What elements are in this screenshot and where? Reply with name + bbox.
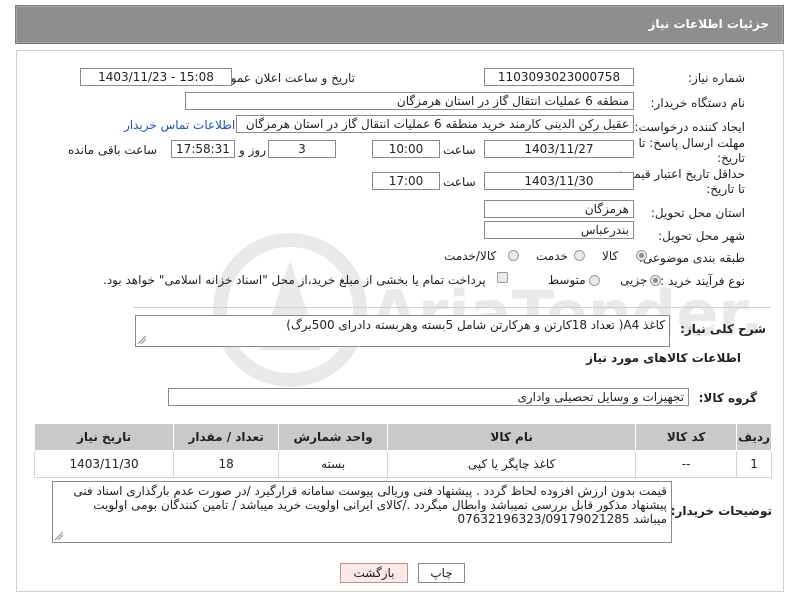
days-remaining-field: 3 [268, 140, 336, 158]
table-cell: کاغذ چاپگر یا کپی [387, 450, 637, 478]
validity-date-field: 1403/11/30 [484, 172, 634, 190]
buyer-field: منطقه 6 عملیات انتقال گاز در استان هرمزگ… [185, 92, 634, 110]
process-option-medium: متوسط [548, 273, 586, 287]
remaining-label: ساعت باقی مانده [68, 143, 158, 157]
category-radio-goods[interactable] [636, 250, 647, 261]
validity-time-field: 17:00 [372, 172, 440, 190]
announce-field: 1403/11/23 - 15:08 [80, 68, 232, 86]
city-label: شهر محل تحویل: [658, 229, 745, 243]
category-option-service: خدمت [536, 249, 568, 263]
buyer-notes-text: قیمت بدون ارزش افزوده لحاظ گردد . پیشنها… [73, 484, 667, 526]
column-header: ردیف [736, 423, 772, 451]
back-button[interactable]: بازگشت [340, 563, 408, 583]
need-number-label: شماره نیاز: [688, 71, 745, 85]
reply-time-field: 10:00 [372, 140, 440, 158]
table-header-row: ردیف کد کالا نام کالا واحد شمارش تعداد /… [33, 423, 772, 451]
creator-label: ایجاد کننده درخواست: [634, 120, 745, 134]
print-button[interactable]: چاپ [418, 563, 465, 583]
table-cell: 18 [173, 450, 280, 478]
column-header: تعداد / مقدار [173, 423, 280, 451]
category-radio-service[interactable] [574, 250, 585, 261]
column-header: تاریخ نیاز [33, 423, 175, 451]
page-title: جزئیات اطلاعات نیاز [648, 17, 769, 31]
resize-handle-icon[interactable] [55, 532, 63, 540]
header-bar: جزئیات اطلاعات نیاز [15, 5, 784, 44]
process-option-minor: جزیی [620, 273, 648, 287]
category-option-goods-service: کالا/خدمت [444, 249, 497, 263]
category-option-goods: کالا [602, 249, 619, 263]
province-field: هرمزگان [484, 200, 634, 218]
remaining-time-field: 17:58:31 [171, 140, 235, 158]
validity-time-label: ساعت [443, 175, 476, 189]
buyer-notes-textarea: قیمت بدون ارزش افزوده لحاظ گردد . پیشنها… [52, 481, 672, 543]
divider [133, 307, 771, 308]
category-radio-goods-service[interactable] [508, 250, 519, 261]
process-label: نوع فرآیند خرید : [660, 274, 745, 288]
table-cell: 1403/11/30 [33, 450, 175, 478]
table-row: 1 -- کاغذ چاپگر یا کپی بسته 18 1403/11/3… [33, 450, 772, 478]
buyer-notes-label: توضیحات خریدار: [670, 504, 772, 518]
summary-label: شرح کلی نیاز: [680, 322, 766, 336]
buyer-contact-link[interactable]: اطلاعات تماس خریدار [124, 118, 235, 132]
column-header: نام کالا [387, 423, 637, 451]
category-label: طبقه بندی موضوعی: [638, 251, 745, 265]
city-field: بندرعباس [484, 221, 634, 239]
items-table: ردیف کد کالا نام کالا واحد شمارش تعداد /… [33, 423, 772, 478]
table-cell: بسته [278, 450, 389, 478]
column-header: کد کالا [635, 423, 738, 451]
need-number-field: 1103093023000758 [484, 68, 634, 86]
process-radio-medium[interactable] [589, 275, 600, 286]
table-cell: 1 [736, 450, 772, 478]
creator-field: عقیل رکن الدینی کارمند خرید منطقه 6 عملی… [236, 115, 634, 133]
reply-date-field: 1403/11/27 [484, 140, 634, 158]
summary-textarea: کاغذ A4( تعداد 18کارتن و هرکارتن شامل 5ب… [135, 315, 670, 347]
summary-text: کاغذ A4( تعداد 18کارتن و هرکارتن شامل 5ب… [286, 318, 665, 332]
treasury-payment-note: پرداخت تمام یا بخشی از مبلغ خرید،از محل … [103, 273, 486, 287]
treasury-payment-checkbox[interactable] [497, 272, 508, 283]
goods-group-label: گروه کالا: [698, 391, 757, 405]
buyer-label: نام دستگاه خریدار: [650, 96, 746, 110]
days-label: روز و [239, 143, 266, 157]
goods-group-field: تجهیزات و وسایل تحصیلی واداری [168, 388, 689, 406]
province-label: استان محل تحویل: [650, 206, 745, 220]
column-header: واحد شمارش [278, 423, 389, 451]
reply-time-label: ساعت [443, 143, 476, 157]
goods-info-title: اطلاعات کالاهای مورد نیاز [586, 351, 741, 365]
process-radio-minor[interactable] [650, 275, 661, 286]
table-cell: -- [635, 450, 738, 478]
resize-handle-icon[interactable] [138, 336, 146, 344]
